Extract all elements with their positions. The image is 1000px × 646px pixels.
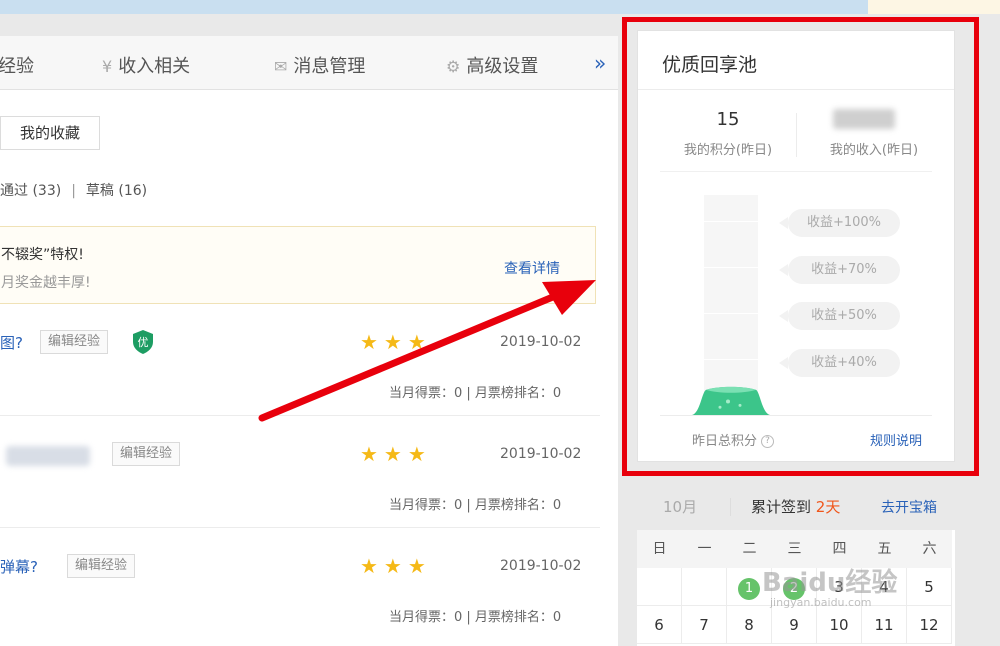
divider [730,498,731,516]
item-date: 2019-10-02 [500,558,582,574]
item-votes: 当月得票：0 | 月票榜排名：0 [389,498,562,513]
edit-experience-button[interactable]: 编辑经验 [112,442,181,466]
blurred-title [6,446,90,466]
yen-icon: ¥ [102,57,113,76]
item-title[interactable]: 图? [0,332,23,353]
item-date: 2019-10-02 [500,334,582,350]
gear-icon: ⚙ [446,57,461,76]
nav-tab-advanced[interactable]: ⚙ 高级设置 [446,52,538,78]
top-band [0,0,1000,14]
edit-experience-button[interactable]: 编辑经验 [40,330,109,354]
edit-experience-button[interactable]: 编辑经验 [67,554,136,578]
notice-line-1: 不辍奖”特权! [1,247,84,263]
calendar-day[interactable] [637,568,682,606]
watermark-url: jingyan.baidu.com [770,596,872,609]
calendar-month: 10月 [663,498,698,516]
nav-tab-experience[interactable]: 经验 [0,52,34,78]
filter-drafts[interactable]: 草稿 (16) [86,183,147,199]
quality-badge-icon: 优 [133,330,153,354]
filter-bar: 通过 (33) | 草稿 (16) [0,183,148,199]
item-title[interactable]: 弹幕? [0,556,38,577]
list-item: 弹幕? 编辑经验 ★★★ 2019-10-02 当月得票：0 | 月票榜排名：0 [0,528,600,640]
privilege-notice: 不辍奖”特权! 月奖金越丰厚! 查看详情 [0,226,596,304]
calendar-day[interactable]: 12 [907,606,952,644]
weekday-header: 六 [907,530,952,568]
top-chip [868,0,1000,14]
cumulative-checkin: 累计签到 2天 [751,498,841,516]
item-date: 2019-10-02 [500,446,582,462]
mail-icon: ✉ [274,57,288,76]
checkin-header: 10月 累计签到 2天 去开宝箱 [637,484,955,530]
list-item: 图? 编辑经验 优 ★★★ 2019-10-02 当月得票：0 | 月票榜排名：… [0,304,600,416]
calendar-day[interactable]: 10 [817,606,862,644]
weekday-header: 日 [637,530,682,568]
svg-text:优: 优 [138,336,149,349]
signed-day-marker: 1 [738,578,760,600]
nav-tab-messages[interactable]: ✉ 消息管理 [274,52,365,78]
weekday-header: 一 [682,530,727,568]
nav-more-button[interactable]: » [594,51,606,75]
item-votes: 当月得票：0 | 月票榜排名：0 [389,386,562,401]
main-content: 我的收藏 通过 (33) | 草稿 (16) 不辍奖”特权! 月奖金越丰厚! 查看详… [0,90,618,646]
list-item: 编辑经验 ★★★ 2019-10-02 当月得票：0 | 月票榜排名：0 [0,416,600,528]
calendar-day[interactable]: 11 [862,606,907,644]
favorites-button[interactable]: 我的收藏 [0,116,100,150]
calendar-day[interactable]: 5 [907,568,952,606]
rating-stars: ★★★ [360,442,432,466]
open-treasure-link[interactable]: 去开宝箱 [881,497,937,517]
rating-stars: ★★★ [360,330,432,354]
calendar-day[interactable]: 6 [637,606,682,644]
nav-tab-income[interactable]: ¥ 收入相关 [102,52,190,78]
view-details-link[interactable]: 查看详情 [504,258,560,278]
calendar-day[interactable]: 7 [682,606,727,644]
calendar-day[interactable] [682,568,727,606]
filter-passed[interactable]: 通过 (33) [0,183,61,199]
notice-line-2: 月奖金越丰厚! [1,275,91,291]
calendar-day[interactable]: 9 [772,606,817,644]
calendar-day[interactable]: 8 [727,606,772,644]
top-nav: 经验 ¥ 收入相关 ✉ 消息管理 ⚙ 高级设置 » [0,36,618,90]
highlight-frame [622,17,979,476]
item-votes: 当月得票：0 | 月票榜排名：0 [389,610,562,625]
rating-stars: ★★★ [360,554,432,578]
watermark-logo: Baidu经验 [762,568,898,598]
